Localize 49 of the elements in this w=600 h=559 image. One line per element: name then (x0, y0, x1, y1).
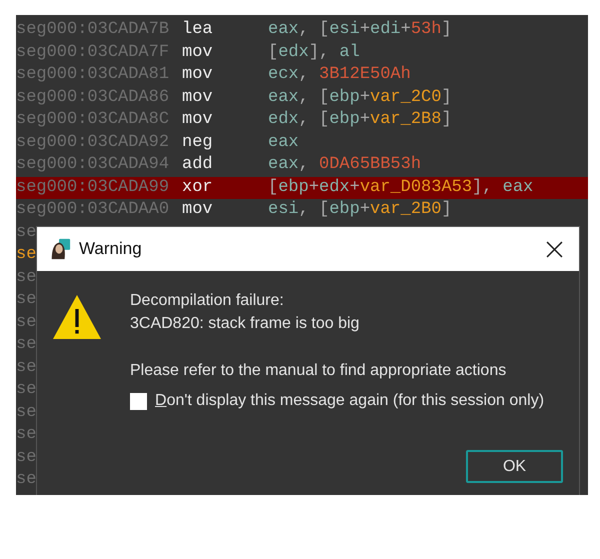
operand-text: [edx], al (268, 42, 360, 64)
operand-text: eax, [esi+edi+53h] (268, 19, 452, 41)
operand-text: edx, [ebp+var_2B8] (268, 109, 452, 131)
operand-text: eax, 0DA65BB53h (268, 154, 422, 176)
operand-text: [ebp+edx+var_D083A53], eax (268, 176, 534, 198)
operand-text: ecx, 3B12E50Ah (268, 64, 411, 86)
address-fragment: se (16, 312, 36, 334)
address-fragment: se (16, 379, 36, 401)
mnemonic-text: mov (182, 109, 214, 131)
address-fragment: se (16, 244, 36, 266)
mnemonic-text: mov (182, 64, 214, 86)
warning-icon (52, 293, 102, 341)
mnemonic-text: mov (182, 42, 214, 64)
address-fragment: se (16, 446, 36, 468)
address-fragment: se (16, 266, 36, 288)
address-text: seg000:03CADA99 (16, 176, 170, 198)
mnemonic-text: lea (182, 19, 214, 41)
address-text: seg000:03CADA7B (16, 19, 170, 41)
address-text: seg000:03CADAA0 (16, 199, 170, 221)
mnemonic-text: add (182, 154, 214, 176)
operand-text: eax (268, 132, 299, 154)
mnemonic-text: xor (182, 176, 214, 198)
address-text: seg000:03CADA92 (16, 132, 170, 154)
address-text: seg000:03CADA7F (16, 42, 170, 64)
close-icon[interactable] (546, 240, 563, 258)
address-text: seg000:03CADA81 (16, 64, 170, 86)
address-text: seg000:03CADA86 (16, 86, 170, 108)
ok-button[interactable]: OK (466, 450, 563, 483)
dialog-title: Warning (79, 239, 143, 259)
mnemonic-text: mov (182, 86, 214, 108)
address-fragment: se (16, 289, 36, 311)
app-icon (49, 238, 71, 260)
checkbox[interactable] (130, 392, 147, 410)
operand-text: eax, [ebp+var_2C0] (268, 86, 452, 108)
address-fragment: se (16, 222, 36, 244)
address-fragment: se (16, 469, 36, 491)
address-text: seg000:03CADA94 (16, 154, 170, 176)
operand-text: esi, [ebp+var_2B0] (268, 199, 452, 221)
hint-text: Please refer to the manual to find appropriate actions (130, 361, 508, 381)
address-fragment: se (16, 356, 36, 378)
address-fragment: se (16, 334, 36, 356)
address-fragment: se (16, 424, 36, 446)
message-text: 3CAD820: stack frame is too big (130, 314, 360, 334)
message-text: Decompilation failure: (130, 291, 285, 311)
mnemonic-text: mov (182, 199, 214, 221)
checkbox-label[interactable]: Don't display this message again (for this session only) (155, 392, 544, 410)
address-text: seg000:03CADA8C (16, 109, 170, 131)
mnemonic-text: neg (182, 132, 214, 154)
address-fragment: se (16, 402, 36, 424)
